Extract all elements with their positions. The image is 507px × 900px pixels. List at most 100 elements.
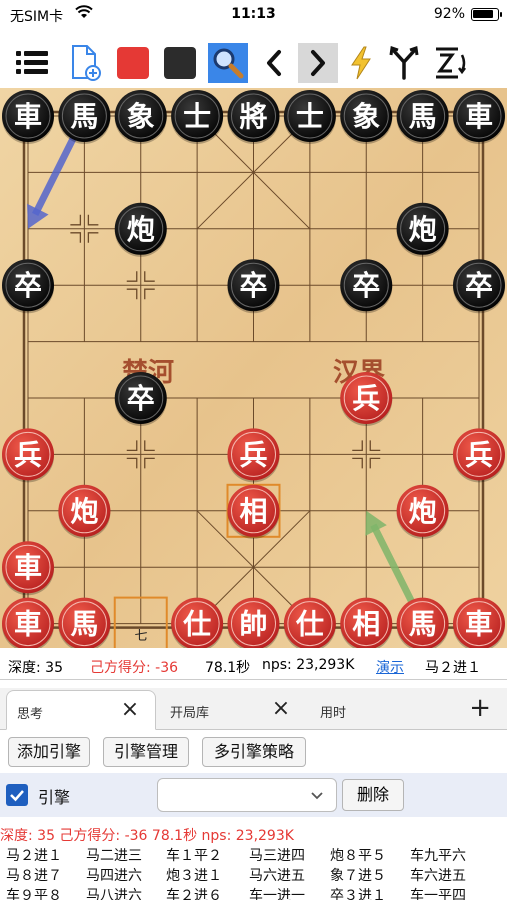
flip-board-button[interactable] [430,43,470,83]
black-piece[interactable]: 將 [227,90,280,144]
black-piece[interactable]: 卒 [114,372,167,426]
red-piece[interactable]: 兵 [340,372,393,426]
red-piece[interactable]: 仕 [283,597,336,648]
black-piece[interactable]: 馬 [396,90,449,144]
red-piece[interactable]: 車 [2,541,54,596]
tab-time-label: 用时 [320,706,347,721]
demo-link[interactable]: 演示 [376,657,404,677]
black-piece[interactable]: 象 [340,90,393,144]
piece-label: 兵 [352,382,380,415]
red-piece[interactable]: 馬 [58,597,111,648]
black-piece[interactable]: 卒 [227,259,280,314]
tab-opening-book[interactable]: 开局库 × [160,690,304,730]
pv-move: 马六进五 [249,868,305,884]
close-icon[interactable]: × [270,698,292,721]
delete-engine-button[interactable]: 删除 [342,779,404,811]
red-piece[interactable]: 炮 [58,484,111,539]
back-button[interactable] [254,43,294,83]
black-piece[interactable]: 炮 [396,202,449,257]
black-piece[interactable]: 卒 [340,259,393,314]
piece-label: 車 [14,551,42,584]
flip-icon [436,47,466,79]
piece-label: 卒 [239,269,267,302]
piece-label: 兵 [14,438,42,471]
pv-move: 马２进１ [6,848,62,864]
multi-engine-button[interactable]: 多引擎策略 [202,737,306,767]
piece-label: 兵 [465,438,493,471]
piece-label: 將 [239,100,267,133]
close-icon[interactable]: × [119,699,141,722]
depth-label: 深度: 35 [8,660,63,676]
black-piece[interactable]: 士 [283,90,336,144]
piece-label: 車 [465,100,493,133]
branch-button[interactable] [384,43,424,83]
pv-row: 车９平８ 马八进六 车２进６ 车一进一 卒３进１ 车一平四 [0,886,507,900]
new-game-button[interactable] [66,43,106,83]
red-piece[interactable]: 兵 [227,428,280,483]
forward-button[interactable] [298,43,338,83]
analysis-header: 深度: 35 己方得分: -36 78.1秒 nps: 23,293K [0,828,294,844]
clock: 11:13 [231,6,276,22]
red-piece[interactable]: 仕 [171,597,224,648]
tab-opening-book-label: 开局库 [170,706,210,721]
pv-move: 卒３进１ [330,888,386,900]
black-piece[interactable]: 卒 [453,259,505,314]
engine-checkbox[interactable] [6,784,28,806]
black-piece[interactable]: 馬 [58,90,111,144]
add-engine-button[interactable]: 添加引擎 [8,737,90,767]
piece-label: 相 [352,608,380,641]
red-piece[interactable]: 相 [227,484,280,539]
add-tab-icon[interactable]: + [469,695,491,721]
battery-percent: 92% [433,6,465,22]
black-piece[interactable]: 炮 [114,202,167,257]
black-piece[interactable]: 車 [2,90,54,144]
red-piece[interactable]: 車 [453,597,505,648]
engine-row: 引擎 删除 [0,773,507,817]
chess-board[interactable]: 楚河 汉界 九 七 車馬象士將士象馬車炮炮卒卒卒卒卒車馬仕帥仕相馬車車炮相炮兵兵… [0,88,507,648]
black-piece[interactable]: 士 [171,90,224,144]
branch-icon [389,46,419,80]
piece-label: 車 [14,100,42,133]
black-piece[interactable]: 卒 [2,259,54,314]
pv-row: 马２进１ 马二进三 车１平２ 马三进四 炮８平５ 车九平六 [0,846,507,866]
black-side-icon [164,47,196,79]
pv-move: 车一进一 [249,888,305,900]
black-piece[interactable]: 象 [114,90,167,144]
menu-icon [16,51,48,74]
red-piece[interactable]: 炮 [396,484,449,539]
battery-nub [500,12,502,17]
toolbar [0,40,507,86]
engine-select[interactable] [157,778,337,812]
red-piece[interactable]: 相 [340,597,393,648]
piece-label: 卒 [465,269,493,302]
app-screen: { "status": { "carrier": "无SIM卡", "time"… [0,0,507,900]
back-icon [267,50,281,76]
red-side-button[interactable] [113,43,153,83]
piece-label: 兵 [239,438,267,471]
red-piece[interactable]: 馬 [396,597,449,648]
pv-move: 马８进７ [6,868,62,884]
piece-label: 仕 [295,608,324,641]
red-piece[interactable]: 兵 [453,428,505,483]
quick-move-button[interactable] [341,43,381,83]
red-piece[interactable]: 車 [2,597,54,648]
piece-label: 士 [183,100,211,133]
nps-label: nps: 23,293K [262,657,355,673]
tab-thinking[interactable]: 思考 × [6,690,156,730]
panel-tabs: 思考 × 开局库 × 用时 + [0,688,507,730]
status-bar: 无SIM卡 11:13 92% [0,0,507,30]
check-icon [10,790,24,802]
red-piece[interactable]: 帥 [227,597,280,648]
analysis-output: 深度: 35 己方得分: -36 78.1秒 nps: 23,293K 马２进１… [0,826,507,900]
black-side-button[interactable] [160,43,200,83]
piece-label: 帥 [239,608,267,641]
pv-move: 车１平２ [166,848,222,864]
tab-time[interactable]: 用时 [310,690,430,730]
black-piece[interactable]: 車 [453,90,505,144]
piece-label: 炮 [70,495,98,528]
engine-manage-button[interactable]: 引擎管理 [103,737,189,767]
red-piece[interactable]: 兵 [2,428,54,483]
analyze-button[interactable] [208,43,248,83]
pv-move: 马二进三 [86,848,142,864]
menu-button[interactable] [12,43,52,83]
